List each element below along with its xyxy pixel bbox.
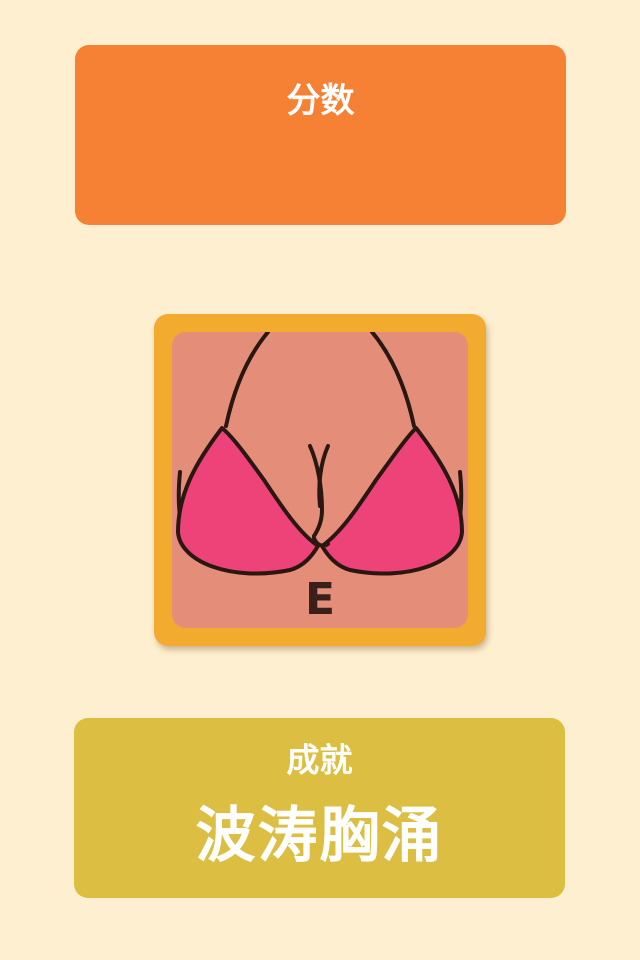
achievement-panel: 成就 波涛胸涌	[74, 718, 565, 898]
achievement-name: 波涛胸涌	[195, 801, 444, 871]
achievement-title: 成就	[286, 740, 353, 780]
score-panel: 分数	[75, 45, 566, 225]
score-title: 分数	[286, 81, 355, 121]
result-card-image: E	[172, 332, 468, 628]
cup-size-label: E	[304, 574, 336, 625]
